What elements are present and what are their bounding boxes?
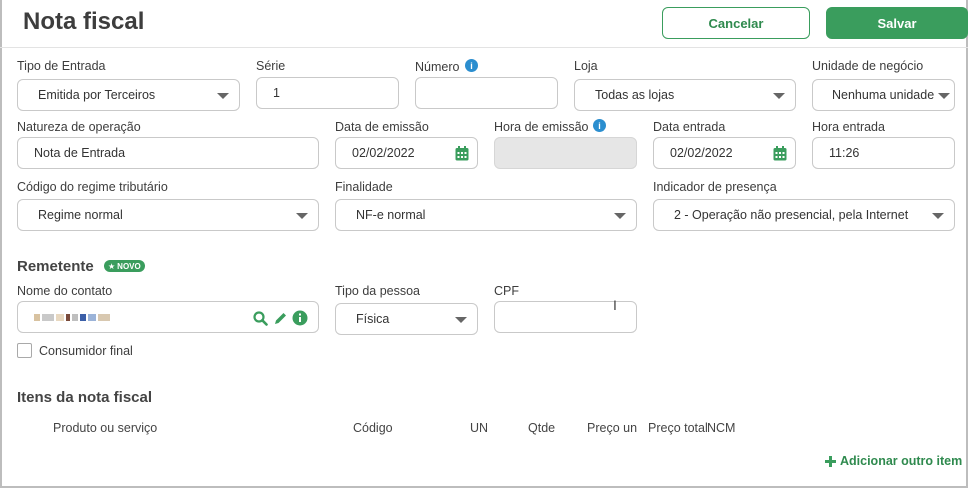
column-header-un: UN — [470, 421, 489, 435]
new-badge: ★ NOVO — [104, 260, 145, 272]
hora-entrada-value: 11:26 — [829, 146, 860, 160]
loja-select[interactable]: Todas as lojas — [574, 79, 796, 111]
unidade-select[interactable]: Nenhuma unidade — [812, 79, 955, 111]
column-header-preco-un: Preço un — [587, 421, 638, 435]
tipo-entrada-select[interactable]: Emitida por Terceiros — [17, 79, 240, 111]
chevron-down-icon — [932, 213, 944, 219]
calendar-icon[interactable] — [455, 146, 469, 161]
chevron-down-icon — [296, 213, 308, 219]
column-header-ncm: NCM — [707, 421, 736, 435]
natureza-value: Nota de Entrada — [34, 146, 126, 160]
natureza-label: Natureza de operação — [17, 120, 141, 134]
hora-emissao-field — [494, 137, 637, 169]
data-emissao-label: Data de emissão — [335, 120, 429, 134]
pencil-icon[interactable] — [273, 311, 288, 326]
natureza-field[interactable]: Nota de Entrada — [17, 137, 319, 169]
column-header-preco-total: Preço total — [648, 421, 708, 435]
star-icon: ★ — [108, 261, 116, 271]
info-icon[interactable]: i — [593, 119, 606, 132]
hora-emissao-label: Hora de emissão — [494, 120, 589, 134]
tipo-pessoa-select[interactable]: Física — [335, 303, 478, 335]
numero-field[interactable] — [415, 77, 558, 109]
data-entrada-field[interactable]: 02/02/2022 — [653, 137, 796, 169]
regime-value: Regime normal — [38, 208, 123, 222]
tipo-pessoa-value: Física — [356, 312, 390, 326]
consumidor-final-checkbox[interactable] — [17, 343, 32, 358]
column-header-qtde: Qtde — [528, 421, 556, 435]
data-emissao-value: 02/02/2022 — [352, 146, 415, 160]
unidade-label: Unidade de negócio — [812, 59, 924, 73]
data-entrada-value: 02/02/2022 — [670, 146, 733, 160]
serie-field[interactable]: 1 — [256, 77, 399, 109]
redacted-name — [34, 313, 112, 321]
tipo-entrada-value: Emitida por Terceiros — [38, 88, 156, 102]
finalidade-label: Finalidade — [335, 180, 393, 194]
info-icon[interactable] — [292, 310, 308, 326]
tipo-pessoa-label: Tipo da pessoa — [335, 284, 421, 298]
save-button[interactable]: Salvar — [826, 7, 968, 39]
loja-value: Todas as lojas — [595, 88, 675, 102]
add-item-button[interactable]: Adicionar outro item — [825, 454, 962, 468]
data-emissao-field[interactable]: 02/02/2022 — [335, 137, 478, 169]
text-cursor-icon: I — [613, 297, 617, 313]
new-badge-label: NOVO — [117, 261, 141, 271]
cpf-label: CPF — [494, 284, 519, 298]
page-header: Nota fiscal Cancelar Salvar — [0, 0, 968, 48]
nome-contato-field[interactable] — [17, 301, 319, 333]
page-title: Nota fiscal — [23, 8, 145, 35]
column-header-produto: Produto ou serviço — [53, 421, 158, 435]
chevron-down-icon — [938, 93, 950, 99]
hora-entrada-field[interactable]: 11:26 — [812, 137, 955, 169]
info-icon[interactable]: i — [465, 59, 478, 72]
nome-contato-label: Nome do contato — [17, 284, 113, 298]
search-icon[interactable] — [253, 311, 268, 326]
serie-value: 1 — [273, 86, 280, 100]
chevron-down-icon — [614, 213, 626, 219]
finalidade-value: NF-e normal — [356, 208, 426, 222]
hora-entrada-label: Hora entrada — [812, 120, 885, 134]
finalidade-select[interactable]: NF-e normal — [335, 199, 637, 231]
presenca-label: Indicador de presença — [653, 180, 777, 194]
column-header-codigo: Código — [353, 421, 393, 435]
serie-label: Série — [256, 59, 286, 73]
remetente-title: Remetente — [17, 258, 94, 275]
window-frame — [0, 0, 968, 488]
consumidor-final-label: Consumidor final — [39, 344, 133, 358]
tipo-entrada-label: Tipo de Entrada — [17, 59, 106, 73]
regime-label: Código do regime tributário — [17, 180, 168, 194]
presenca-select[interactable]: 2 - Operação não presencial, pela Intern… — [653, 199, 955, 231]
calendar-icon[interactable] — [773, 146, 787, 161]
presenca-value: 2 - Operação não presencial, pela Intern… — [674, 208, 909, 222]
data-entrada-label: Data entrada — [653, 120, 726, 134]
chevron-down-icon — [773, 93, 785, 99]
regime-select[interactable]: Regime normal — [17, 199, 319, 231]
numero-label: Número — [415, 60, 460, 74]
chevron-down-icon — [217, 93, 229, 99]
plus-icon — [825, 455, 836, 467]
unidade-value: Nenhuma unidade — [832, 88, 935, 102]
cancel-button[interactable]: Cancelar — [662, 7, 810, 39]
itens-title: Itens da nota fiscal — [17, 389, 153, 406]
add-item-label: Adicionar outro item — [840, 454, 963, 468]
chevron-down-icon — [455, 317, 467, 323]
loja-label: Loja — [574, 59, 598, 73]
